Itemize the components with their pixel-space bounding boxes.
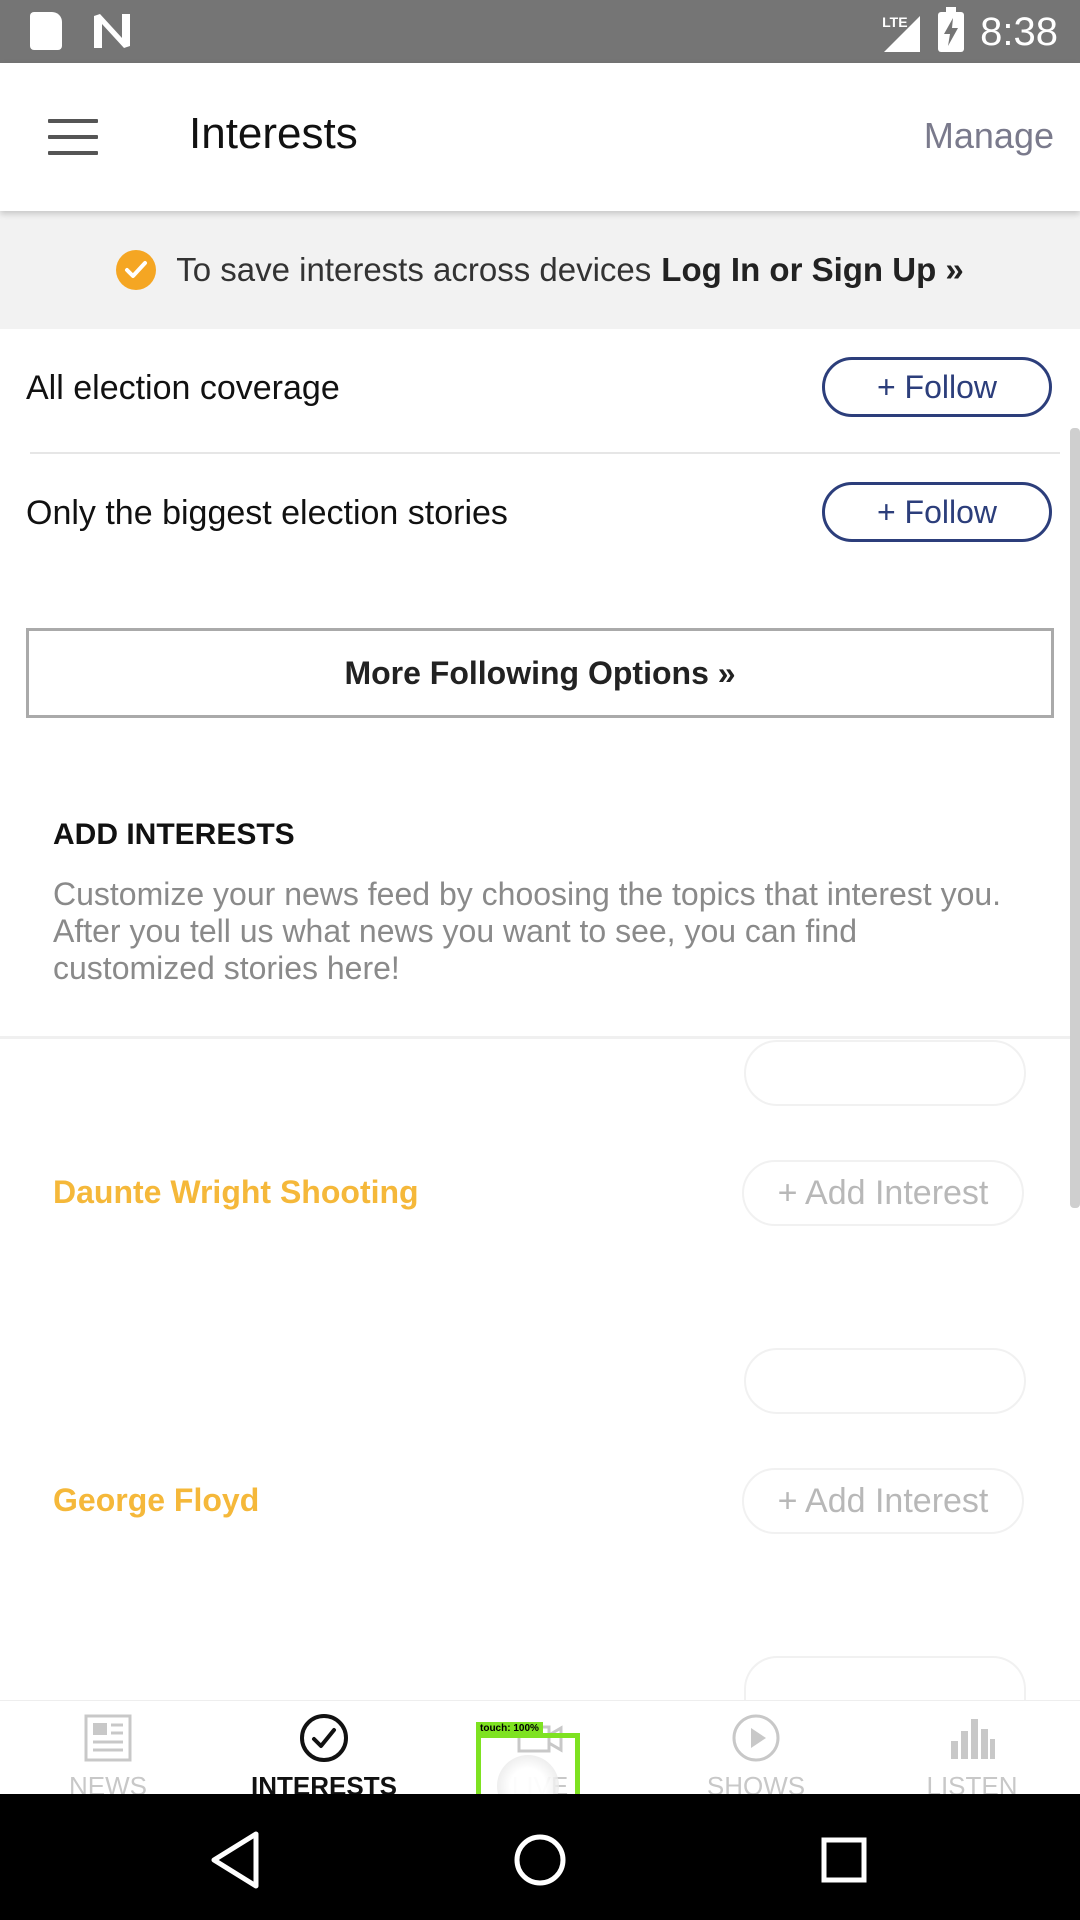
- app-bar: Interests Manage: [0, 63, 1080, 211]
- login-signup-link[interactable]: Log In or Sign Up »: [661, 251, 963, 289]
- add-interests-description: Customize your news feed by choosing the…: [53, 876, 1002, 986]
- interest-row: George Floyd + Add Interest: [0, 1468, 1080, 1548]
- placeholder-pill: [744, 1040, 1026, 1106]
- follow-button[interactable]: + Follow: [822, 482, 1052, 542]
- check-badge-icon: [116, 250, 157, 290]
- placeholder-pill: [744, 1348, 1026, 1414]
- interest-row: Daunte Wright Shooting + Add Interest: [0, 1160, 1080, 1240]
- interest-name: George Floyd: [53, 1482, 260, 1518]
- sd-card-icon: [30, 12, 62, 50]
- system-navigation-bar: [0, 1794, 1080, 1920]
- recents-icon[interactable]: [804, 1820, 884, 1900]
- manage-button[interactable]: Manage: [924, 115, 1054, 157]
- follow-row-label: All election coverage: [26, 369, 340, 407]
- add-interests-heading: ADD INTERESTS: [53, 818, 295, 851]
- page-title: Interests: [189, 109, 358, 158]
- follow-row: Only the biggest election stories + Foll…: [0, 454, 1080, 579]
- check-circle-icon: [300, 1714, 348, 1762]
- touch-label: touch: 100%: [476, 1722, 543, 1736]
- back-icon[interactable]: [196, 1820, 276, 1900]
- play-circle-icon: [732, 1714, 780, 1762]
- home-icon[interactable]: [500, 1820, 580, 1900]
- add-interest-button[interactable]: + Add Interest: [742, 1468, 1024, 1534]
- signal-icon: LTE: [882, 10, 922, 54]
- notification-n-icon: [92, 12, 132, 50]
- banner-text: To save interests across devices: [176, 251, 652, 288]
- screen: LTE 8:38 Interests Manage To save intere…: [0, 0, 1080, 1920]
- equalizer-icon: [951, 1719, 995, 1759]
- section-divider: [0, 1036, 1080, 1039]
- nav-item-news[interactable]: NEWS: [0, 1701, 216, 1801]
- follow-row: All election coverage + Follow: [0, 329, 1080, 454]
- status-bar: LTE 8:38: [0, 0, 1080, 63]
- nav-item-shows[interactable]: SHOWS: [648, 1701, 864, 1801]
- newspaper-icon: [84, 1714, 132, 1762]
- scrollbar[interactable]: [1070, 428, 1080, 1208]
- nav-item-listen[interactable]: LISTEN: [864, 1701, 1080, 1801]
- follow-row-label: Only the biggest election stories: [26, 494, 508, 532]
- placeholder-pill: [744, 1656, 1026, 1700]
- battery-icon: [938, 7, 965, 52]
- login-banner: To save interests across devices Log In …: [0, 211, 1080, 329]
- more-following-options-button[interactable]: More Following Options »: [26, 628, 1054, 718]
- follow-button[interactable]: + Follow: [822, 357, 1052, 417]
- add-interest-button[interactable]: + Add Interest: [742, 1160, 1024, 1226]
- menu-icon[interactable]: [48, 119, 98, 155]
- interest-name: Daunte Wright Shooting: [53, 1174, 419, 1210]
- nav-item-interests[interactable]: INTERESTS: [216, 1701, 432, 1801]
- clock: 8:38: [980, 10, 1058, 54]
